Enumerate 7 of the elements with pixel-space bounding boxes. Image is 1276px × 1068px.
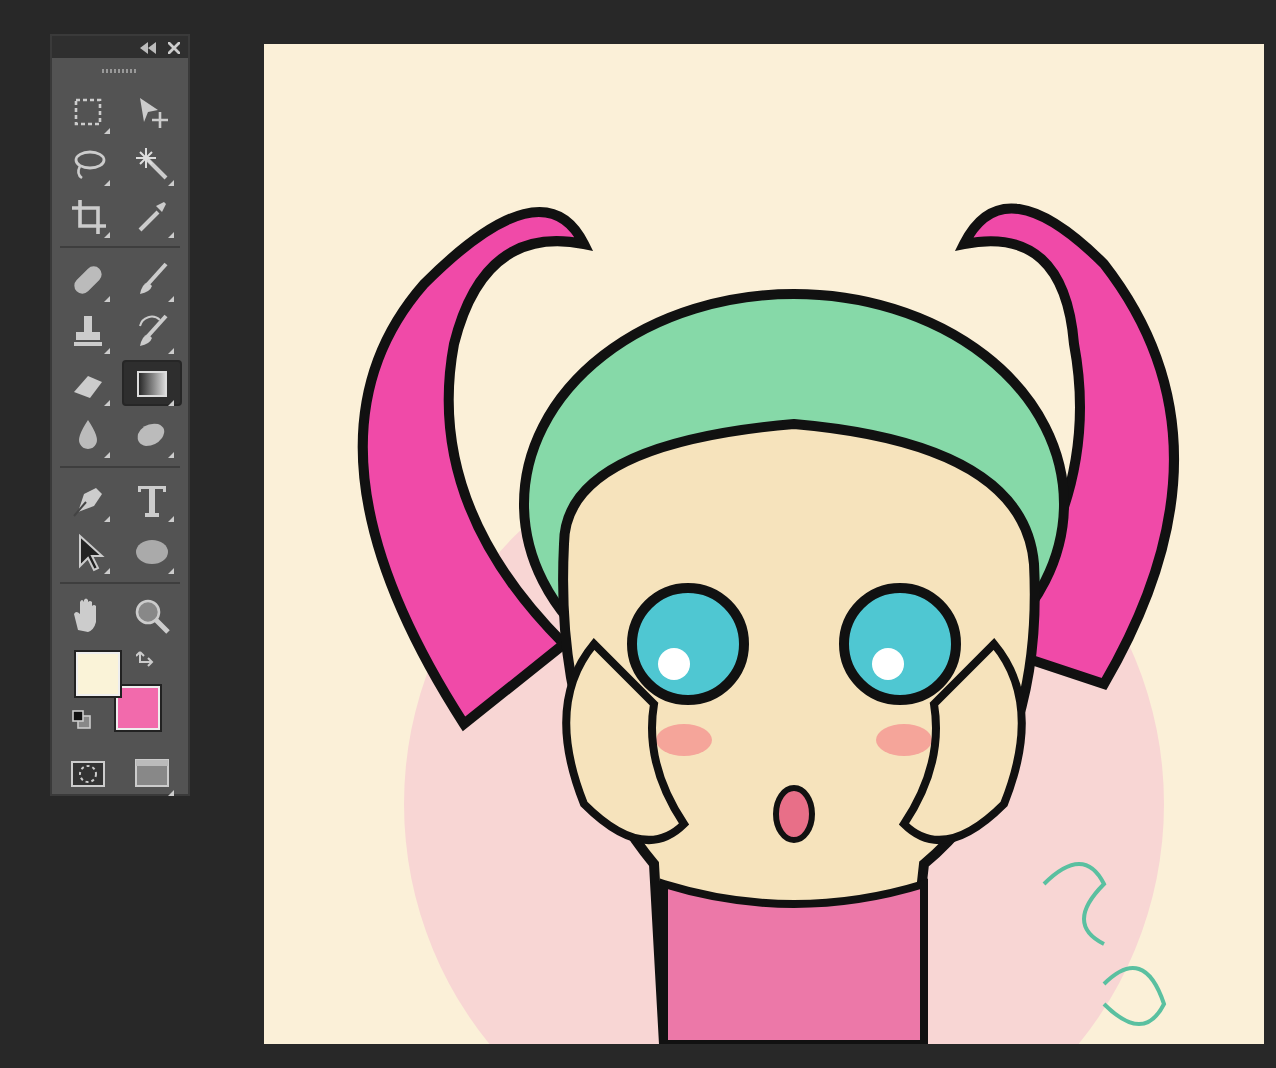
background-color-swatch[interactable] bbox=[116, 686, 160, 730]
tool-button[interactable] bbox=[122, 360, 182, 406]
default-colors-icon[interactable] bbox=[72, 710, 92, 730]
grip-icon[interactable] bbox=[102, 67, 138, 73]
close-icon[interactable] bbox=[168, 41, 180, 53]
foreground-color-swatch[interactable] bbox=[76, 652, 120, 696]
collapse-icon[interactable] bbox=[140, 41, 156, 53]
